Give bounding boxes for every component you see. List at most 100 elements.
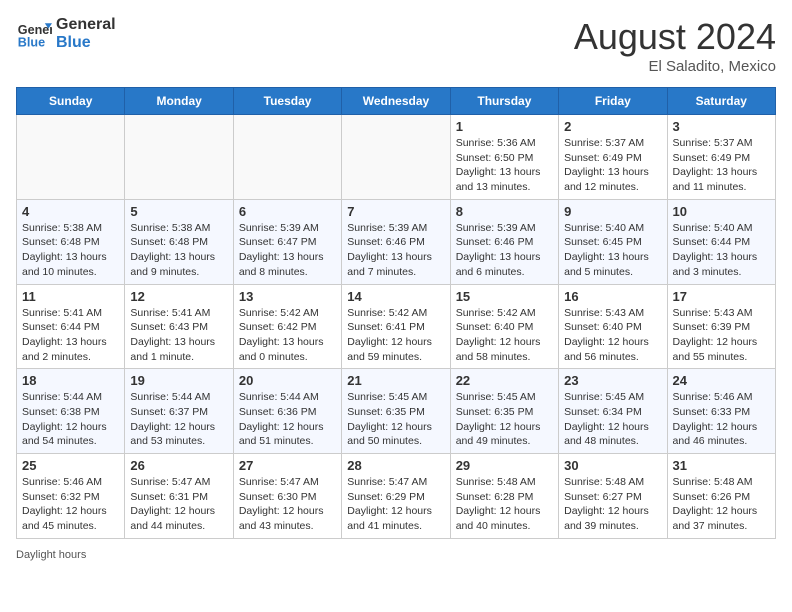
- calendar-cell: 20Sunrise: 5:44 AMSunset: 6:36 PMDayligh…: [233, 369, 341, 454]
- day-number: 16: [564, 289, 661, 304]
- calendar-cell: 6Sunrise: 5:39 AMSunset: 6:47 PMDaylight…: [233, 199, 341, 284]
- day-info: Sunrise: 5:40 AMSunset: 6:44 PMDaylight:…: [673, 221, 770, 280]
- svg-text:Blue: Blue: [18, 36, 45, 50]
- day-info: Sunrise: 5:45 AMSunset: 6:35 PMDaylight:…: [456, 390, 553, 449]
- day-info: Sunrise: 5:42 AMSunset: 6:41 PMDaylight:…: [347, 306, 444, 365]
- day-number: 11: [22, 289, 119, 304]
- day-info: Sunrise: 5:37 AMSunset: 6:49 PMDaylight:…: [673, 136, 770, 195]
- day-info: Sunrise: 5:45 AMSunset: 6:35 PMDaylight:…: [347, 390, 444, 449]
- calendar-week-row: 1 Sunrise: 5:36 AMSunset: 6:50 PMDaylight…: [17, 115, 776, 200]
- day-info: Sunrise: 5:36 AMSunset: 6:50 PMDaylight:…: [456, 136, 553, 195]
- day-number: 26: [130, 458, 227, 473]
- calendar-cell: 7Sunrise: 5:39 AMSunset: 6:46 PMDaylight…: [342, 199, 450, 284]
- calendar-cell: 26 Sunrise: 5:47 AMSunset: 6:31 PMDayligh…: [125, 454, 233, 539]
- calendar-cell: 25 Sunrise: 5:46 AMSunset: 6:32 PMDayligh…: [17, 454, 125, 539]
- day-info: Sunrise: 5:41 AMSunset: 6:44 PMDaylight:…: [22, 306, 119, 365]
- day-info: Sunrise: 5:43 AMSunset: 6:39 PMDaylight:…: [673, 306, 770, 365]
- calendar-cell: 15 Sunrise: 5:42 AMSunset: 6:40 PMDayligh…: [450, 284, 558, 369]
- calendar-cell: 3 Sunrise: 5:37 AMSunset: 6:49 PMDaylight…: [667, 115, 775, 200]
- day-number: 17: [673, 289, 770, 304]
- calendar-cell: 4 Sunrise: 5:38 AMSunset: 6:48 PMDaylight…: [17, 199, 125, 284]
- calendar-cell: 29 Sunrise: 5:48 AMSunset: 6:28 PMDayligh…: [450, 454, 558, 539]
- day-number: 29: [456, 458, 553, 473]
- day-number: 12: [130, 289, 227, 304]
- day-info: Sunrise: 5:45 AMSunset: 6:34 PMDaylight:…: [564, 390, 661, 449]
- day-number: 3: [673, 119, 770, 134]
- day-number: 28: [347, 458, 444, 473]
- calendar-cell: 30 Sunrise: 5:48 AMSunset: 6:27 PMDayligh…: [559, 454, 667, 539]
- calendar-cell: 31 Sunrise: 5:48 AMSunset: 6:26 PMDayligh…: [667, 454, 775, 539]
- calendar-week-row: 4 Sunrise: 5:38 AMSunset: 6:48 PMDaylight…: [17, 199, 776, 284]
- day-info: Sunrise: 5:47 AMSunset: 6:31 PMDaylight:…: [130, 475, 227, 534]
- logo-icon: General Blue: [16, 16, 52, 52]
- calendar-cell: 27 Sunrise: 5:47 AMSunset: 6:30 PMDayligh…: [233, 454, 341, 539]
- calendar-day-header: Sunday: [17, 88, 125, 115]
- calendar-week-row: 11 Sunrise: 5:41 AMSunset: 6:44 PMDayligh…: [17, 284, 776, 369]
- calendar-cell: 21 Sunrise: 5:45 AMSunset: 6:35 PMDayligh…: [342, 369, 450, 454]
- day-number: 2: [564, 119, 661, 134]
- day-info: Sunrise: 5:47 AMSunset: 6:29 PMDaylight:…: [347, 475, 444, 534]
- calendar-cell: 10 Sunrise: 5:40 AMSunset: 6:44 PMDayligh…: [667, 199, 775, 284]
- day-info: Sunrise: 5:46 AMSunset: 6:32 PMDaylight:…: [22, 475, 119, 534]
- day-number: 13: [239, 289, 336, 304]
- day-number: 15: [456, 289, 553, 304]
- day-number: 14: [347, 289, 444, 304]
- calendar-cell: 1 Sunrise: 5:36 AMSunset: 6:50 PMDaylight…: [450, 115, 558, 200]
- calendar-cell: 17 Sunrise: 5:43 AMSunset: 6:39 PMDayligh…: [667, 284, 775, 369]
- calendar-cell: 13Sunrise: 5:42 AMSunset: 6:42 PMDayligh…: [233, 284, 341, 369]
- location-subtitle: El Saladito, Mexico: [574, 58, 776, 75]
- calendar-cell: 28 Sunrise: 5:47 AMSunset: 6:29 PMDayligh…: [342, 454, 450, 539]
- day-number: 30: [564, 458, 661, 473]
- calendar-cell: 12 Sunrise: 5:41 AMSunset: 6:43 PMDayligh…: [125, 284, 233, 369]
- day-info: Sunrise: 5:41 AMSunset: 6:43 PMDaylight:…: [130, 306, 227, 365]
- calendar-header-row: SundayMondayTuesdayWednesdayThursdayFrid…: [17, 88, 776, 115]
- calendar-day-header: Tuesday: [233, 88, 341, 115]
- day-number: 24: [673, 373, 770, 388]
- calendar-day-header: Wednesday: [342, 88, 450, 115]
- day-number: 10: [673, 204, 770, 219]
- day-info: Sunrise: 5:48 AMSunset: 6:28 PMDaylight:…: [456, 475, 553, 534]
- calendar-cell: [125, 115, 233, 200]
- logo: General Blue General Blue: [16, 16, 116, 52]
- day-info: Sunrise: 5:38 AMSunset: 6:48 PMDaylight:…: [22, 221, 119, 280]
- calendar-cell: 18 Sunrise: 5:44 AMSunset: 6:38 PMDayligh…: [17, 369, 125, 454]
- day-number: 22: [456, 373, 553, 388]
- day-info: Sunrise: 5:47 AMSunset: 6:30 PMDaylight:…: [239, 475, 336, 534]
- day-info: Sunrise: 5:44 AMSunset: 6:38 PMDaylight:…: [22, 390, 119, 449]
- day-number: 6: [239, 204, 336, 219]
- day-number: 31: [673, 458, 770, 473]
- calendar-cell: 8 Sunrise: 5:39 AMSunset: 6:46 PMDaylight…: [450, 199, 558, 284]
- day-info: Sunrise: 5:44 AMSunset: 6:36 PMDaylight:…: [239, 390, 336, 449]
- day-info: Sunrise: 5:42 AMSunset: 6:40 PMDaylight:…: [456, 306, 553, 365]
- day-number: 18: [22, 373, 119, 388]
- day-info: Sunrise: 5:48 AMSunset: 6:26 PMDaylight:…: [673, 475, 770, 534]
- title-block: August 2024 El Saladito, Mexico: [574, 16, 776, 75]
- day-info: Sunrise: 5:39 AMSunset: 6:46 PMDaylight:…: [456, 221, 553, 280]
- calendar-day-header: Thursday: [450, 88, 558, 115]
- day-info: Sunrise: 5:38 AMSunset: 6:48 PMDaylight:…: [130, 221, 227, 280]
- calendar-cell: 19Sunrise: 5:44 AMSunset: 6:37 PMDayligh…: [125, 369, 233, 454]
- calendar-week-row: 18 Sunrise: 5:44 AMSunset: 6:38 PMDayligh…: [17, 369, 776, 454]
- day-info: Sunrise: 5:44 AMSunset: 6:37 PMDaylight:…: [130, 390, 227, 449]
- day-info: Sunrise: 5:48 AMSunset: 6:27 PMDaylight:…: [564, 475, 661, 534]
- day-number: 25: [22, 458, 119, 473]
- footer-text: Daylight hours: [16, 549, 86, 561]
- calendar-cell: 5Sunrise: 5:38 AMSunset: 6:48 PMDaylight…: [125, 199, 233, 284]
- day-number: 1: [456, 119, 553, 134]
- day-number: 27: [239, 458, 336, 473]
- calendar-table: SundayMondayTuesdayWednesdayThursdayFrid…: [16, 87, 776, 539]
- logo-line1: General: [56, 16, 116, 34]
- day-number: 9: [564, 204, 661, 219]
- calendar-day-header: Monday: [125, 88, 233, 115]
- calendar-cell: [233, 115, 341, 200]
- calendar-day-header: Friday: [559, 88, 667, 115]
- day-number: 21: [347, 373, 444, 388]
- day-number: 8: [456, 204, 553, 219]
- calendar-week-row: 25 Sunrise: 5:46 AMSunset: 6:32 PMDayligh…: [17, 454, 776, 539]
- calendar-cell: 2 Sunrise: 5:37 AMSunset: 6:49 PMDaylight…: [559, 115, 667, 200]
- calendar-cell: 16Sunrise: 5:43 AMSunset: 6:40 PMDayligh…: [559, 284, 667, 369]
- calendar-cell: 23Sunrise: 5:45 AMSunset: 6:34 PMDayligh…: [559, 369, 667, 454]
- day-info: Sunrise: 5:37 AMSunset: 6:49 PMDaylight:…: [564, 136, 661, 195]
- calendar-cell: 11 Sunrise: 5:41 AMSunset: 6:44 PMDayligh…: [17, 284, 125, 369]
- day-number: 4: [22, 204, 119, 219]
